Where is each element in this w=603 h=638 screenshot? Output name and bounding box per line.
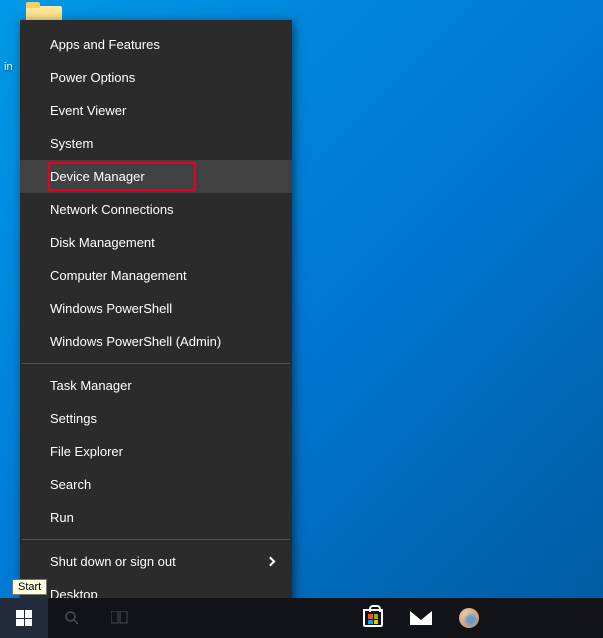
menu-label: Run [50, 510, 74, 525]
taskbar-store-button[interactable] [349, 598, 397, 638]
start-button[interactable] [0, 598, 48, 638]
menu-item-network-connections[interactable]: Network Connections [20, 193, 292, 226]
menu-label: Shut down or sign out [50, 554, 176, 569]
menu-item-apps-and-features[interactable]: Apps and Features [20, 28, 292, 61]
menu-label: Power Options [50, 70, 135, 85]
store-icon [363, 609, 383, 627]
windows-logo-icon [16, 610, 32, 626]
menu-item-disk-management[interactable]: Disk Management [20, 226, 292, 259]
menu-item-search[interactable]: Search [20, 468, 292, 501]
mail-icon [410, 611, 432, 625]
task-view-icon [111, 611, 129, 625]
chevron-right-icon [266, 557, 276, 567]
menu-separator [22, 539, 290, 540]
menu-item-event-viewer[interactable]: Event Viewer [20, 94, 292, 127]
menu-item-power-options[interactable]: Power Options [20, 61, 292, 94]
menu-label: Settings [50, 411, 97, 426]
menu-item-shut-down-or-sign-out[interactable]: Shut down or sign out [20, 545, 292, 578]
menu-label: Computer Management [50, 268, 187, 283]
taskbar-people-button[interactable] [445, 598, 493, 638]
menu-label: Event Viewer [50, 103, 126, 118]
menu-label: Network Connections [50, 202, 174, 217]
desktop-icon-label-fragment: in [4, 61, 13, 73]
taskbar-mail-button[interactable] [397, 598, 445, 638]
menu-item-system[interactable]: System [20, 127, 292, 160]
menu-item-run[interactable]: Run [20, 501, 292, 534]
search-icon [64, 610, 80, 626]
start-tooltip: Start [12, 579, 47, 595]
people-icon [459, 608, 479, 628]
menu-separator [22, 363, 290, 364]
menu-label: Search [50, 477, 91, 492]
menu-label: File Explorer [50, 444, 123, 459]
menu-item-computer-management[interactable]: Computer Management [20, 259, 292, 292]
menu-label: Disk Management [50, 235, 155, 250]
taskbar [0, 598, 603, 638]
menu-item-windows-powershell-admin[interactable]: Windows PowerShell (Admin) [20, 325, 292, 358]
taskbar-task-view-button[interactable] [96, 598, 144, 638]
menu-label: Windows PowerShell [50, 301, 172, 316]
menu-label: Task Manager [50, 378, 132, 393]
menu-item-task-manager[interactable]: Task Manager [20, 369, 292, 402]
menu-label: Apps and Features [50, 37, 160, 52]
menu-label: System [50, 136, 93, 151]
menu-label: Device Manager [50, 169, 145, 184]
menu-item-file-explorer[interactable]: File Explorer [20, 435, 292, 468]
menu-item-windows-powershell[interactable]: Windows PowerShell [20, 292, 292, 325]
menu-item-device-manager[interactable]: Device Manager [20, 160, 292, 193]
menu-item-settings[interactable]: Settings [20, 402, 292, 435]
winx-context-menu: Apps and Features Power Options Event Vi… [20, 20, 292, 619]
menu-label: Windows PowerShell (Admin) [50, 334, 221, 349]
taskbar-search-button[interactable] [48, 598, 96, 638]
